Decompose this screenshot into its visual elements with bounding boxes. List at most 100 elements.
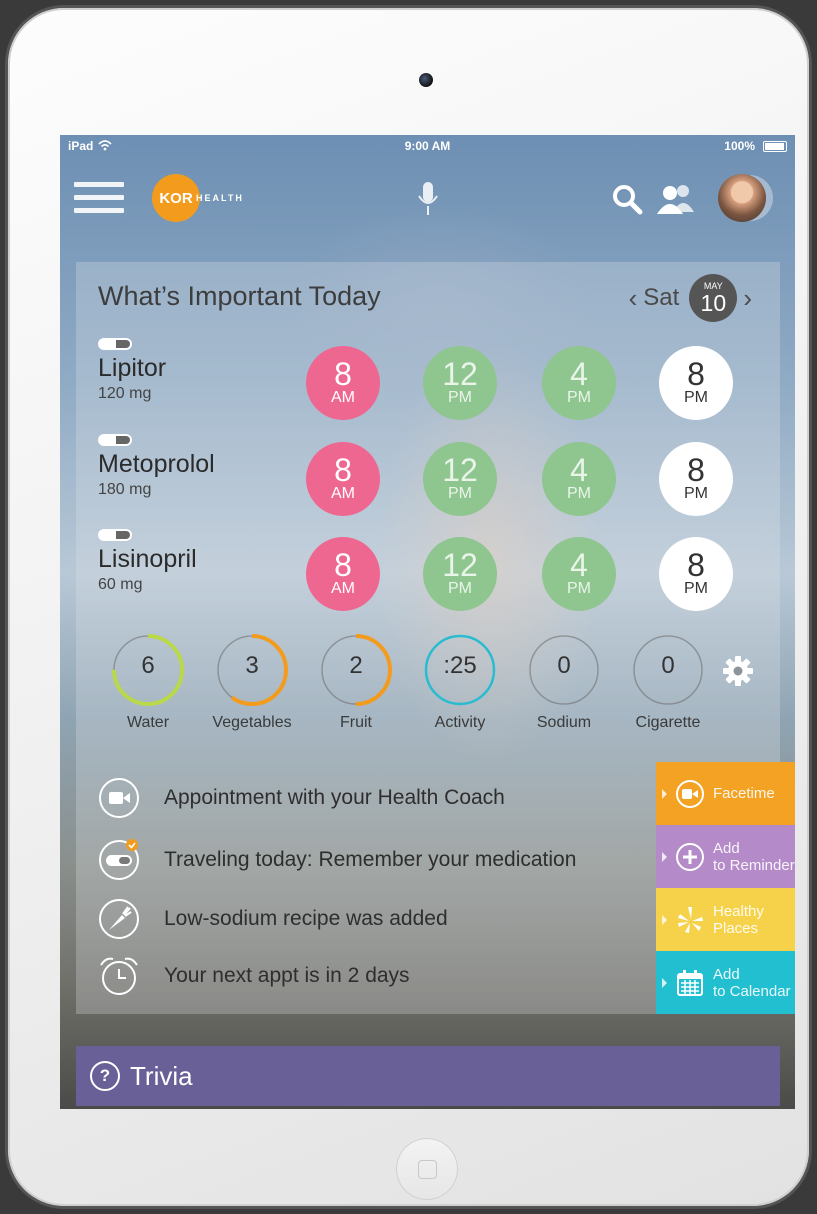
medication-lipitor: Lipitor 120 mg: [98, 338, 338, 428]
tracker-label: Water: [126, 714, 170, 731]
notification-next-appt[interactable]: Your next appt is in 2 days: [98, 952, 410, 1000]
home-button[interactable]: [396, 1138, 458, 1200]
people-icon[interactable]: [656, 182, 696, 216]
notification-text: Low-sodium recipe was added: [164, 907, 448, 930]
battery-percent: 100%: [724, 139, 755, 153]
pill-icon: [98, 434, 132, 446]
dose-period: PM: [567, 580, 591, 597]
tracker-value: 6: [141, 652, 155, 679]
battery-icon: [763, 141, 787, 152]
dose-hour: 8: [334, 452, 352, 488]
action-label: Facetime: [713, 785, 775, 802]
action-label: Healthy Places: [713, 902, 764, 937]
dose-period: PM: [567, 485, 591, 502]
screen: iPad 9:00 AM 100% KOR HEALTH What’s Impo…: [60, 135, 795, 1109]
dose-period: AM: [331, 389, 355, 406]
date-navigator: ‹ Sat MAY 10 ›: [623, 274, 758, 322]
medication-dose: 60 mg: [98, 576, 143, 593]
dose-hour: 8: [687, 547, 705, 583]
logo-mark: KOR: [152, 174, 200, 222]
pill-icon: [98, 529, 132, 541]
healthy-places-button[interactable]: Healthy Places: [656, 888, 795, 951]
dose-hour: 4: [570, 452, 588, 488]
status-bar: iPad 9:00 AM 100%: [60, 135, 795, 157]
medication-name: Metoprolol: [98, 450, 215, 478]
medication-dose: 180 mg: [98, 481, 152, 498]
dose-button[interactable]: 8 AM: [306, 442, 380, 516]
dose-button[interactable]: 8 PM: [659, 442, 733, 516]
tracker-sodium[interactable]: 0 Sodium: [524, 632, 604, 732]
dose-hour: 12: [442, 547, 478, 583]
dose-button[interactable]: 12 PM: [423, 537, 497, 611]
tracker-value: 0: [557, 652, 571, 679]
dose-hour: 8: [687, 452, 705, 488]
dose-period: PM: [448, 580, 472, 597]
dose-period: PM: [448, 485, 472, 502]
menu-icon[interactable]: [74, 182, 124, 216]
notification-recipe[interactable]: Low-sodium recipe was added: [98, 895, 448, 943]
tracker-label: Sodium: [536, 714, 592, 731]
trivia-bar[interactable]: ? Trivia: [76, 1046, 780, 1106]
tracker-value: 0: [661, 652, 675, 679]
app-header: KOR HEALTH: [60, 165, 795, 225]
search-icon[interactable]: [611, 183, 643, 215]
day-label: Sat: [643, 284, 680, 311]
date-label: 10: [700, 289, 727, 316]
dose-hour: 8: [687, 356, 705, 392]
facetime-button[interactable]: Facetime: [656, 762, 795, 825]
dose-button[interactable]: 8 PM: [659, 346, 733, 420]
tracker-cigarette[interactable]: 0 Cigarette: [628, 632, 708, 732]
dose-hour: 8: [334, 356, 352, 392]
notification-text: Appointment with your Health Coach: [164, 786, 505, 809]
dose-button[interactable]: 8 AM: [306, 346, 380, 420]
dose-button[interactable]: 4 PM: [542, 537, 616, 611]
dose-button[interactable]: 8 PM: [659, 537, 733, 611]
medication-name: Lipitor: [98, 354, 167, 382]
ipad-frame: iPad 9:00 AM 100% KOR HEALTH What’s Impo…: [8, 8, 809, 1206]
calendar-icon: [677, 969, 703, 996]
pill-icon: [98, 338, 132, 350]
tracker-vegetables[interactable]: 3 Vegetables: [212, 632, 292, 732]
notification-medication[interactable]: Traveling today: Remember your medicatio…: [98, 836, 576, 884]
dose-button[interactable]: 4 PM: [542, 442, 616, 516]
panel-title: What’s Important Today: [98, 281, 381, 311]
microphone-icon[interactable]: [418, 180, 438, 218]
dose-button[interactable]: 8 AM: [306, 537, 380, 611]
tracker-label: Fruit: [340, 714, 372, 731]
add-to-reminder-button[interactable]: Add to Reminder: [656, 825, 795, 888]
tracker-label: Vegetables: [212, 714, 292, 731]
dose-button[interactable]: 12 PM: [423, 346, 497, 420]
tracker-activity[interactable]: :25 Activity: [420, 632, 500, 732]
avatar[interactable]: [718, 174, 766, 222]
carrot-icon: [99, 899, 139, 939]
facetime-icon: [676, 779, 704, 808]
clock: 9:00 AM: [404, 139, 451, 153]
medication-name: Lisinopril: [98, 545, 197, 573]
notification-appointment[interactable]: Appointment with your Health Coach: [98, 774, 505, 822]
dose-button[interactable]: 4 PM: [542, 346, 616, 420]
action-label: Add to Calendar: [713, 965, 791, 1000]
dose-period: PM: [684, 485, 708, 502]
yelp-icon: [678, 906, 703, 933]
pill-check-icon: [99, 839, 139, 880]
kor-health-logo: KOR HEALTH: [152, 173, 244, 223]
dose-hour: 8: [334, 547, 352, 583]
tracker-water[interactable]: 6 Water: [108, 632, 188, 732]
alarm-clock-icon: [100, 957, 138, 995]
dose-period: PM: [567, 389, 591, 406]
add-to-calendar-button[interactable]: Add to Calendar: [656, 951, 795, 1014]
chevron-right-icon[interactable]: ›: [737, 283, 758, 314]
chevron-left-icon[interactable]: ‹: [623, 283, 644, 314]
trivia-label: Trivia: [130, 1060, 193, 1091]
dose-button[interactable]: 12 PM: [423, 442, 497, 516]
tracker-label: Cigarette: [635, 714, 701, 731]
medication-metoprolol: Metoprolol 180 mg: [98, 434, 338, 524]
habit-trackers: 6 Water 3 Vegetables 2 Fruit :25 Activity 0 Sodiu…: [108, 632, 748, 732]
notification-text: Your next appt is in 2 days: [164, 964, 410, 987]
gear-icon[interactable]: [722, 655, 754, 687]
tracker-fruit[interactable]: 2 Fruit: [316, 632, 396, 732]
whats-important-panel: What’s Important Today ‹ Sat MAY 10 › 6 W…: [76, 262, 795, 1014]
dose-hour: 4: [570, 356, 588, 392]
question-icon: ?: [90, 1061, 120, 1091]
medication-lisinopril: Lisinopril 60 mg: [98, 529, 338, 619]
